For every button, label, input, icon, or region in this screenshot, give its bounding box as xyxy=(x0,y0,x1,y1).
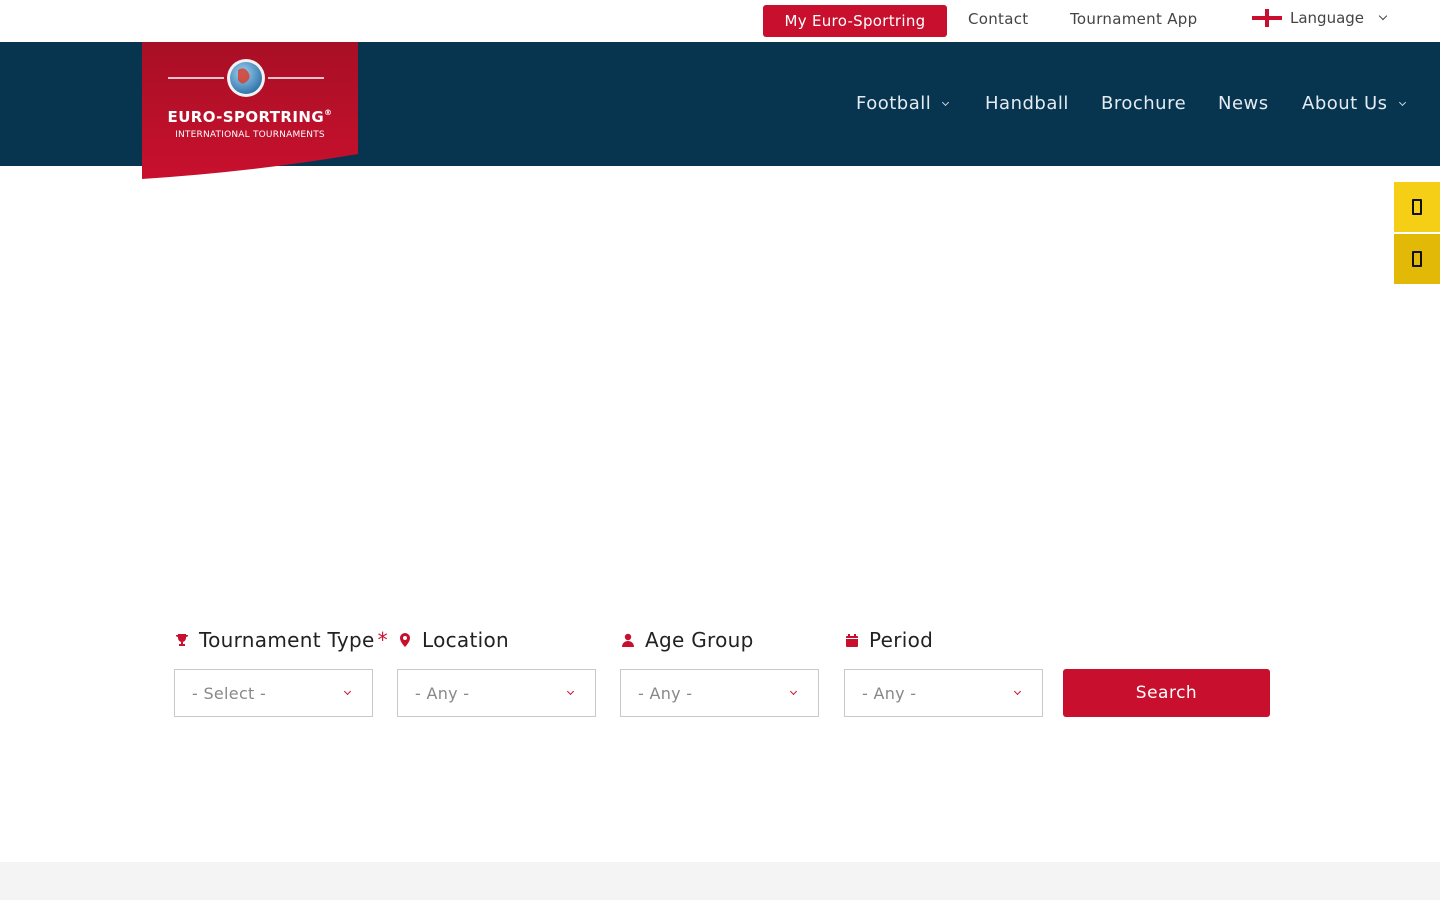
top-utility-bar: My Euro-Sportring Contact Tournament App… xyxy=(0,0,1440,42)
nav-item-label: Football xyxy=(856,93,932,114)
nav-item-label: Brochure xyxy=(1101,93,1187,114)
tournament-type-label: Tournament Type * xyxy=(175,628,388,652)
chevron-down-icon xyxy=(942,98,950,106)
period-select[interactable]: - Any - xyxy=(844,669,1043,717)
hero-section xyxy=(0,166,1440,862)
tournament-type-select[interactable]: - Select - xyxy=(174,669,373,717)
mobile-button[interactable] xyxy=(1394,234,1440,284)
chevron-down-icon xyxy=(566,687,575,696)
phone-button[interactable] xyxy=(1394,182,1440,232)
nav-item-brochure[interactable]: Brochure xyxy=(1101,93,1186,114)
nav-item-label: News xyxy=(1218,93,1269,114)
mobile-icon xyxy=(1412,251,1422,267)
logo-tagline: INTERNATIONAL TOURNAMENTS xyxy=(175,130,325,140)
footer-strip xyxy=(0,862,1440,900)
chevron-down-icon xyxy=(343,687,352,696)
search-button[interactable]: Search xyxy=(1063,669,1270,717)
euro-sportring-logo[interactable]: EURO-SPORTRING® INTERNATIONAL TOURNAMENT… xyxy=(142,42,358,180)
chevron-down-icon xyxy=(1378,11,1388,21)
nav-item-handball[interactable]: Handball xyxy=(985,93,1069,114)
language-label: Language xyxy=(1290,9,1365,27)
nav-item-about-us[interactable]: About Us xyxy=(1302,93,1406,114)
nav-item-label: Handball xyxy=(985,93,1069,114)
tournament-app-link[interactable]: Tournament App xyxy=(1070,10,1197,28)
map-pin-icon xyxy=(398,633,412,647)
logo-brand-text: EURO-SPORTRING® xyxy=(167,108,333,126)
england-flag-icon xyxy=(1252,9,1282,27)
age-group-label: Age Group xyxy=(621,628,754,652)
nav-item-football[interactable]: Football xyxy=(856,93,950,114)
language-selector[interactable]: Language xyxy=(1252,9,1388,27)
calendar-icon xyxy=(845,633,859,647)
age-group-select[interactable]: - Any - xyxy=(620,669,819,717)
my-euro-sportring-button[interactable]: My Euro-Sportring xyxy=(763,5,947,37)
location-label: Location xyxy=(398,628,509,652)
phone-icon xyxy=(1412,199,1422,215)
user-icon xyxy=(621,633,635,647)
contact-link[interactable]: Contact xyxy=(968,10,1028,28)
required-mark: * xyxy=(377,628,388,652)
chevron-down-icon xyxy=(1398,98,1406,106)
location-select[interactable]: - Any - xyxy=(397,669,596,717)
chevron-down-icon xyxy=(1013,687,1022,696)
trophy-icon xyxy=(175,633,189,647)
period-label: Period xyxy=(845,628,933,652)
chevron-down-icon xyxy=(789,687,798,696)
nav-item-news[interactable]: News xyxy=(1218,93,1269,114)
nav-item-label: About Us xyxy=(1302,93,1388,114)
